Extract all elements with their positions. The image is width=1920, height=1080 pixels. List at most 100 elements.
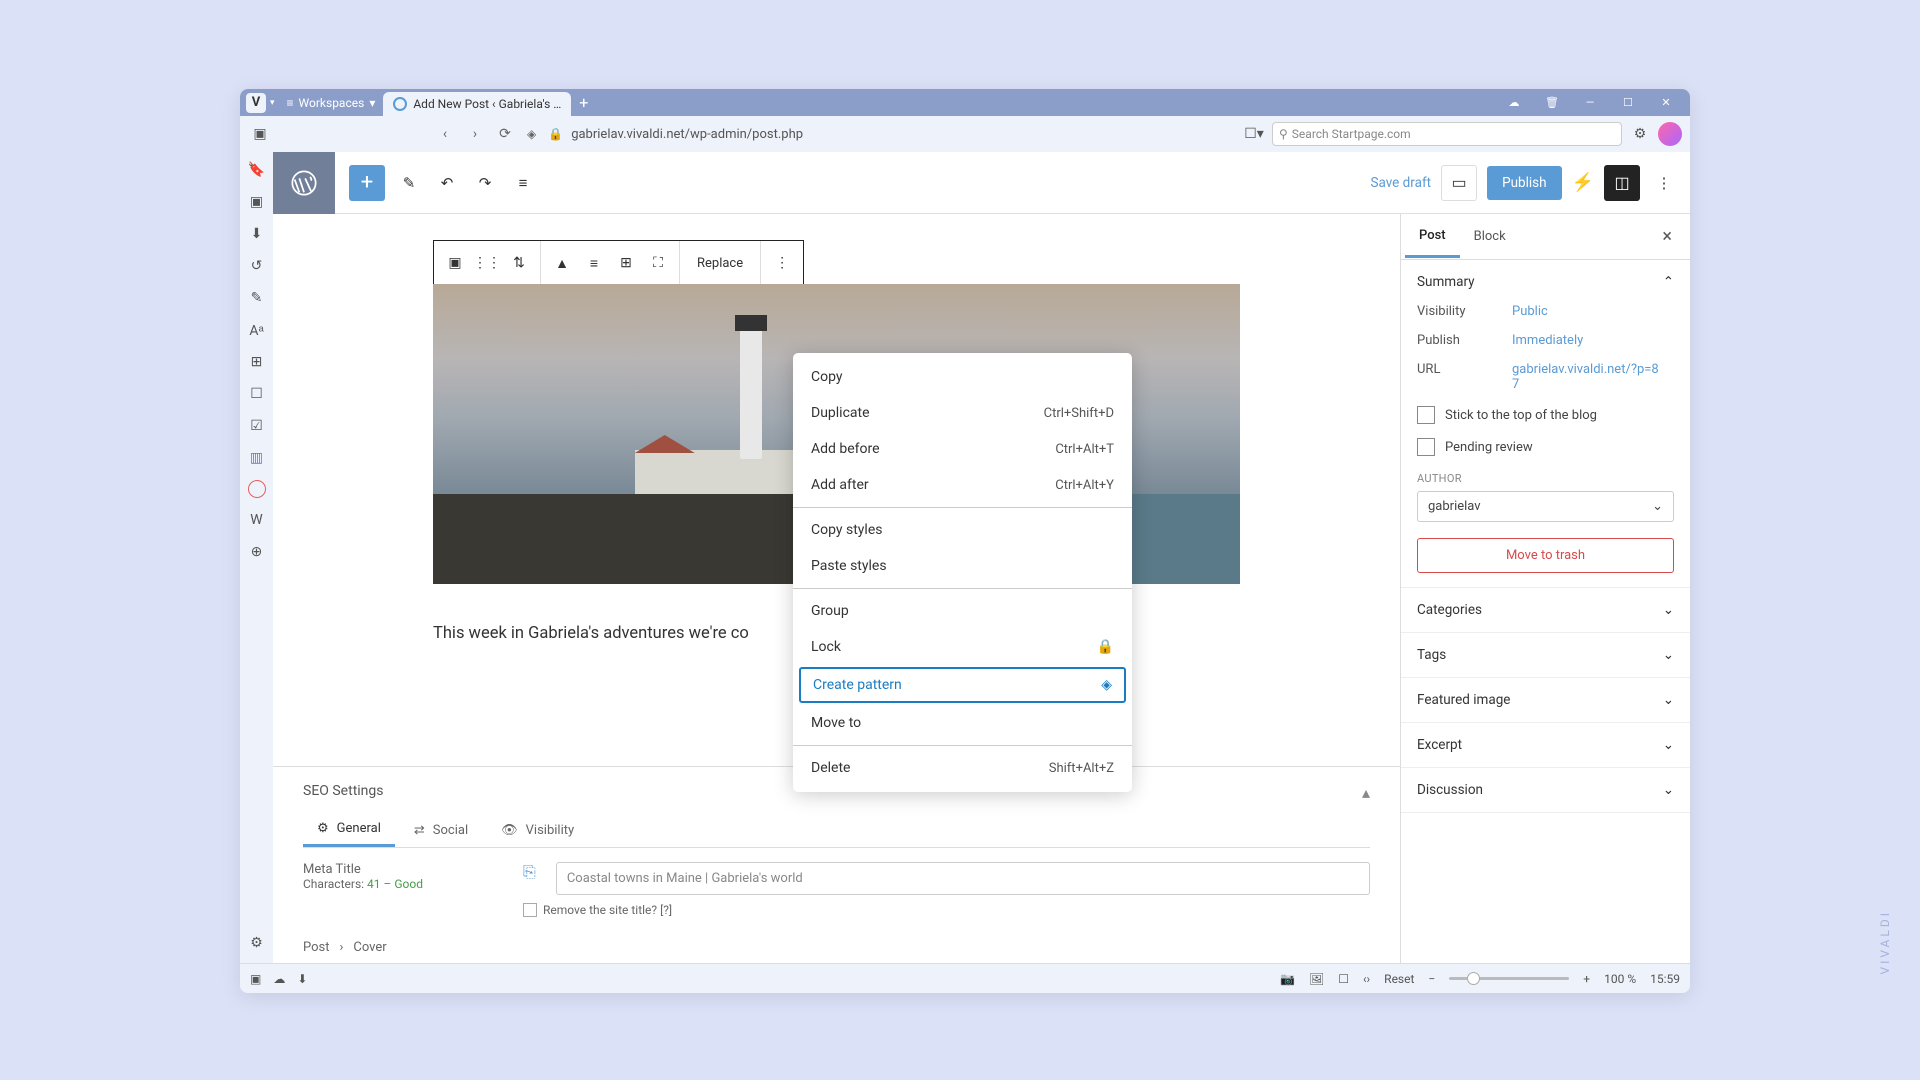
bookmark-icon[interactable]: ☐▾ xyxy=(1242,122,1266,146)
vivaldi-social-icon[interactable] xyxy=(248,480,266,498)
chevron-down-icon[interactable]: ⌄ xyxy=(1663,602,1674,618)
block-type-icon[interactable]: ▣ xyxy=(439,247,471,279)
save-draft-button[interactable]: Save draft xyxy=(1370,175,1431,191)
shield-icon[interactable]: ◈ xyxy=(527,127,536,141)
add-panel-icon[interactable]: ⊕ xyxy=(247,542,267,562)
edit-tool-icon[interactable]: ✎ xyxy=(395,169,423,197)
history-icon[interactable]: ↺ xyxy=(247,256,267,276)
tab-post[interactable]: Post xyxy=(1405,216,1460,258)
lock-icon[interactable]: 🔒 xyxy=(548,127,563,141)
reload-button[interactable]: ⟳ xyxy=(491,122,519,146)
publish-link[interactable]: Immediately xyxy=(1512,333,1583,348)
tab-block[interactable]: Block xyxy=(1460,217,1520,256)
tag-icon[interactable]: ⎘ xyxy=(523,862,536,882)
position-icon[interactable]: ≡ xyxy=(578,247,610,279)
menu-group[interactable]: Group xyxy=(793,593,1132,629)
tasks-icon[interactable]: ☑ xyxy=(247,416,267,436)
meta-title-input[interactable]: Coastal towns in Maine | Gabriela's worl… xyxy=(556,862,1370,895)
new-tab-button[interactable]: + xyxy=(571,93,596,112)
undo-button[interactable]: ↶ xyxy=(433,169,461,197)
vivaldi-logo-icon[interactable]: V xyxy=(246,93,266,113)
bookmarks-icon[interactable]: 🔖 xyxy=(247,160,267,180)
menu-create-pattern[interactable]: Create pattern◈ xyxy=(799,667,1126,703)
translate-icon[interactable]: Aᵃ xyxy=(247,320,267,340)
close-button[interactable]: ✕ xyxy=(1648,90,1684,116)
trash-button[interactable]: Move to trash xyxy=(1417,538,1674,573)
menu-delete[interactable]: DeleteShift+Alt+Z xyxy=(793,750,1132,786)
wikipedia-icon[interactable]: W xyxy=(247,510,267,530)
url-field[interactable]: gabrielav.vivaldi.net/wp-admin/post.php xyxy=(571,127,803,142)
chevron-down-icon[interactable]: ▾ xyxy=(270,98,275,108)
menu-add-after[interactable]: Add afterCtrl+Alt+Y xyxy=(793,467,1132,503)
chevron-up-icon[interactable]: ⌃ xyxy=(1663,274,1674,290)
settings-toggle-button[interactable]: ◫ xyxy=(1604,165,1640,201)
reset-zoom-button[interactable]: Reset xyxy=(1384,972,1414,986)
seo-tab-visibility[interactable]: 👁Visibility xyxy=(487,813,588,847)
cloud-icon[interactable]: ☁ xyxy=(1496,90,1532,116)
sessions-icon[interactable]: ☐ xyxy=(247,384,267,404)
forward-button[interactable]: › xyxy=(461,122,489,146)
menu-paste-styles[interactable]: Paste styles xyxy=(793,548,1132,584)
chevron-down-icon[interactable]: ⌄ xyxy=(1663,647,1674,663)
seo-tab-social[interactable]: ⇄Social xyxy=(400,813,482,847)
menu-duplicate[interactable]: DuplicateCtrl+Shift+D xyxy=(793,395,1132,431)
zoom-out-button[interactable]: − xyxy=(1428,972,1435,986)
downloads-icon[interactable]: ⬇ xyxy=(247,224,267,244)
options-icon[interactable]: ⋮ xyxy=(1650,169,1678,197)
align-icon[interactable]: ▲ xyxy=(546,247,578,279)
jetpack-icon[interactable]: ⚡ xyxy=(1572,172,1594,193)
tile-icon[interactable]: ☐ xyxy=(1338,972,1349,986)
menu-move-to[interactable]: Move to xyxy=(793,705,1132,741)
preview-button[interactable]: ▭ xyxy=(1441,165,1477,201)
reading-list-icon[interactable]: ▣ xyxy=(247,192,267,212)
panel-toggle-icon[interactable]: ▣ xyxy=(248,122,272,146)
menu-add-before[interactable]: Add beforeCtrl+Alt+T xyxy=(793,431,1132,467)
author-select[interactable]: gabrielav⌄ xyxy=(1417,491,1674,522)
grid-icon[interactable]: ⊞ xyxy=(610,247,642,279)
minimize-button[interactable]: — xyxy=(1572,90,1608,116)
maximize-button[interactable]: ☐ xyxy=(1610,90,1646,116)
browser-tab[interactable]: Add New Post ‹ Gabriela's … xyxy=(383,92,571,116)
trash-icon[interactable]: 🗑 xyxy=(1534,90,1570,116)
checkbox[interactable] xyxy=(523,903,537,917)
collapse-icon[interactable]: ▴ xyxy=(1362,783,1370,813)
camera-icon[interactable]: 📷 xyxy=(1280,972,1295,986)
drag-handle-icon[interactable]: ⋮⋮ xyxy=(471,247,503,279)
wordpress-logo-icon[interactable] xyxy=(273,152,335,214)
menu-lock[interactable]: Lock🔒 xyxy=(793,629,1132,665)
zoom-slider[interactable] xyxy=(1449,977,1569,980)
mastodon-icon[interactable]: ▥ xyxy=(247,448,267,468)
replace-button[interactable]: Replace xyxy=(685,256,755,271)
chevron-down-icon[interactable]: ⌄ xyxy=(1663,782,1674,798)
close-sidebar-icon[interactable]: × xyxy=(1648,226,1686,247)
visibility-link[interactable]: Public xyxy=(1512,304,1548,319)
cloud-icon[interactable]: ☁ xyxy=(273,972,285,986)
window-icon[interactable]: ⊞ xyxy=(247,352,267,372)
publish-button[interactable]: Publish xyxy=(1487,166,1562,200)
search-input[interactable]: ⚲ Search Startpage.com xyxy=(1272,122,1622,146)
pending-checkbox[interactable] xyxy=(1417,438,1435,456)
redo-button[interactable]: ↷ xyxy=(471,169,499,197)
fullscreen-icon[interactable]: ⛶ xyxy=(642,247,674,279)
menu-copy-styles[interactable]: Copy styles xyxy=(793,512,1132,548)
menu-copy[interactable]: Copy xyxy=(793,359,1132,395)
image-icon[interactable]: 🖼 xyxy=(1309,972,1324,986)
zoom-in-button[interactable]: + xyxy=(1583,972,1590,986)
stick-checkbox[interactable] xyxy=(1417,406,1435,424)
seo-tab-general[interactable]: ⚙General xyxy=(303,813,395,847)
back-button[interactable]: ‹ xyxy=(431,122,459,146)
more-options-icon[interactable]: ⋮ xyxy=(766,247,798,279)
sync-icon[interactable]: ▣ xyxy=(250,972,261,986)
move-icon[interactable]: ⇅ xyxy=(503,247,535,279)
list-view-icon[interactable]: ≡ xyxy=(509,169,537,197)
settings-icon[interactable]: ⚙ xyxy=(247,933,267,953)
breadcrumb-item[interactable]: Cover xyxy=(353,940,386,955)
code-icon[interactable]: ‹› xyxy=(1363,972,1370,986)
download-icon[interactable]: ⬇ xyxy=(297,972,307,986)
extensions-icon[interactable]: ⚙ xyxy=(1628,122,1652,146)
chevron-down-icon[interactable]: ⌄ xyxy=(1663,692,1674,708)
profile-avatar[interactable] xyxy=(1658,122,1682,146)
add-block-button[interactable]: + xyxy=(349,165,385,201)
breadcrumb-item[interactable]: Post xyxy=(303,940,330,955)
chevron-down-icon[interactable]: ⌄ xyxy=(1663,737,1674,753)
